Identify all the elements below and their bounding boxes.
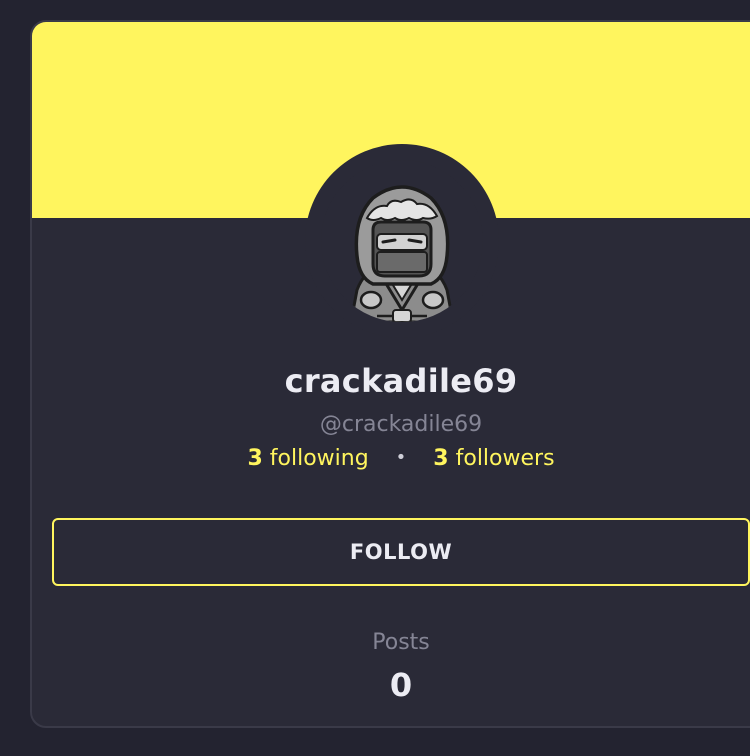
follow-button[interactable]: FOLLOW [52,518,750,586]
following-label: following [269,446,369,471]
followers-count: 3 [433,446,449,471]
followers-link[interactable]: 3 followers [433,446,554,471]
avatar[interactable] [321,160,483,322]
stats-separator: • [395,447,407,468]
display-name: crackadile69 [284,362,518,400]
hooded-ninja-avatar-icon [349,185,455,322]
posts-count: 0 [389,666,413,704]
follow-stats: 3 following • 3 followers [32,446,750,471]
followers-label: followers [455,446,555,471]
user-handle: @crackadile69 [319,412,483,437]
posts-label: Posts [372,630,430,655]
following-link[interactable]: 3 following [247,446,375,471]
profile-card: crackadile69 @crackadile69 3 following •… [30,20,750,728]
following-count: 3 [247,446,263,471]
